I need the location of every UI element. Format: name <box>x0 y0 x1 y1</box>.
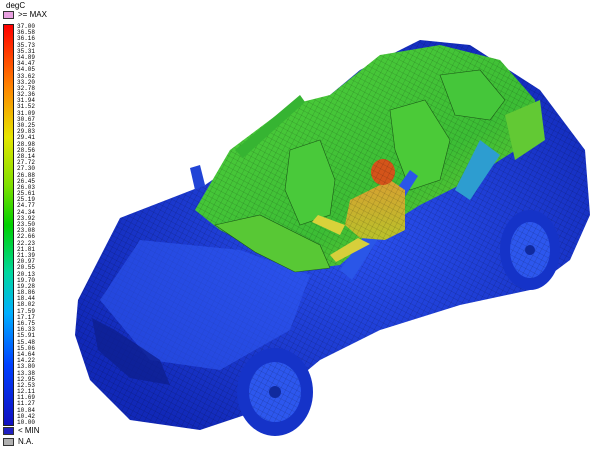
color-legend: degC >= MAX 37.00 36.58 36.16 35.73 35.31 34.… <box>0 0 50 450</box>
min-swatch <box>3 427 14 435</box>
legend-unit: degC <box>6 1 26 10</box>
max-swatch <box>3 11 14 19</box>
min-label: < MIN <box>18 426 40 435</box>
rear-wheel <box>500 210 560 290</box>
max-label: >= MAX <box>18 10 47 19</box>
na-swatch <box>3 438 14 446</box>
legend-ticks: 37.00 36.58 36.16 35.73 35.31 34.89 34.47 34.05… <box>17 24 50 426</box>
color-bar <box>3 24 14 426</box>
car-thermal-model[interactable] <box>50 0 600 450</box>
na-label: N.A. <box>18 437 34 446</box>
front-wheel <box>237 348 313 436</box>
